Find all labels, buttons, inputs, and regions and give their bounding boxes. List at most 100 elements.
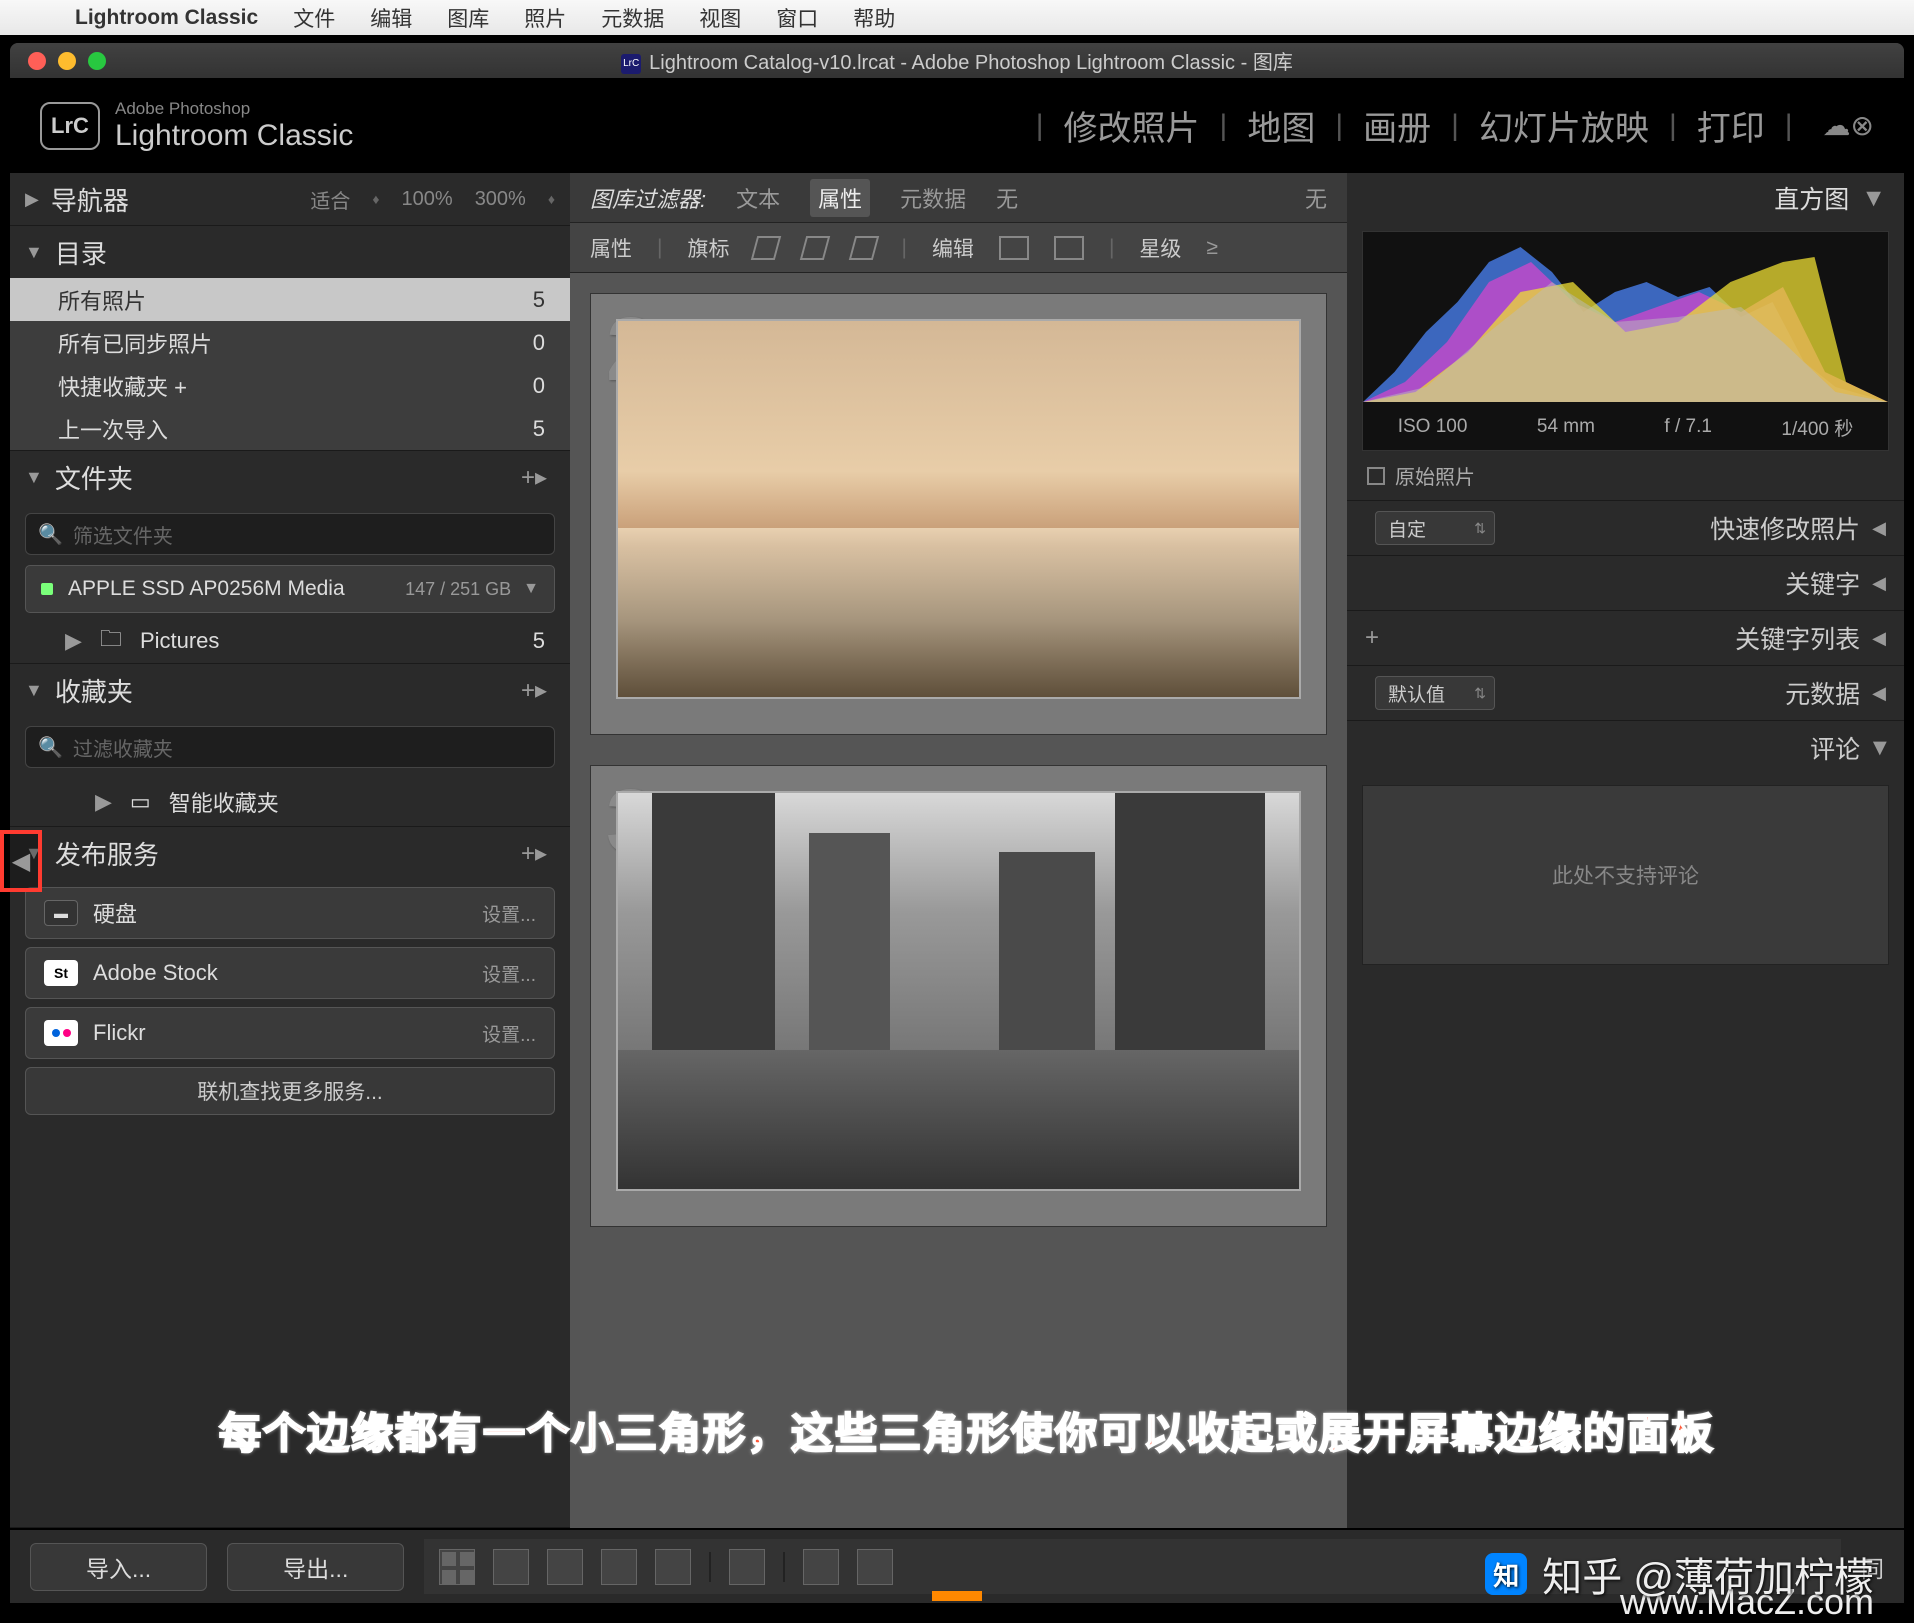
histogram-display[interactable]: ISO 100 54 mm f / 7.1 1/400 秒 bbox=[1362, 231, 1889, 451]
volume-status-icon bbox=[41, 583, 53, 595]
menu-view[interactable]: 视图 bbox=[699, 3, 741, 33]
publish-harddrive[interactable]: ▬ 硬盘 设置... bbox=[25, 887, 555, 939]
setup-link[interactable]: 设置... bbox=[482, 900, 536, 927]
catalog-synced[interactable]: 所有已同步照片0 bbox=[10, 321, 570, 364]
people-view-icon[interactable] bbox=[655, 1549, 691, 1585]
add-folder-button[interactable]: +▸ bbox=[521, 463, 547, 492]
compare-view-icon[interactable] bbox=[547, 1549, 583, 1585]
menu-file[interactable]: 文件 bbox=[293, 3, 335, 33]
right-panel: 直方图 ▼ ISO 100 54 mm f / 7.1 1/400 秒 bbox=[1347, 173, 1904, 1528]
rating-compare-icon[interactable]: ≥ bbox=[1206, 236, 1218, 260]
find-more-services[interactable]: 联机查找更多服务... bbox=[25, 1067, 555, 1115]
import-button[interactable]: 导入... bbox=[30, 1543, 207, 1591]
expand-icon: ▶ bbox=[25, 189, 39, 210]
collections-header[interactable]: ▼ 收藏夹 +▸ bbox=[10, 664, 570, 716]
zhihu-icon: 知 bbox=[1485, 1553, 1527, 1595]
catalog-header[interactable]: ▼ 目录 bbox=[10, 226, 570, 278]
panel-bottom-handle[interactable] bbox=[932, 1591, 982, 1601]
sort-dir-icon[interactable] bbox=[857, 1549, 893, 1585]
survey-view-icon[interactable] bbox=[601, 1549, 637, 1585]
thumb-city[interactable] bbox=[616, 791, 1301, 1191]
flag-picked-icon[interactable] bbox=[751, 236, 781, 260]
collection-search[interactable]: 🔍 过滤收藏夹 bbox=[25, 726, 555, 768]
menu-edit[interactable]: 编辑 bbox=[370, 3, 412, 33]
comments-header[interactable]: 评论 ◀ bbox=[1347, 720, 1904, 775]
folder-icon: 🗀 bbox=[100, 622, 122, 660]
flag-unflagged-icon[interactable] bbox=[800, 236, 830, 260]
folder-search[interactable]: 🔍 筛选文件夹 bbox=[25, 513, 555, 555]
thumbnail-cell[interactable]: 3 bbox=[590, 765, 1327, 1227]
publish-flickr[interactable]: Flickr 设置... bbox=[25, 1007, 555, 1059]
zoom-100[interactable]: 100% bbox=[402, 188, 453, 211]
edit-virtual-icon[interactable] bbox=[1054, 236, 1084, 260]
catalog-all-photos[interactable]: 所有照片5 bbox=[10, 278, 570, 321]
navigator-header[interactable]: ▶ 导航器 适合♦ 100% 300%♦ bbox=[10, 173, 570, 225]
thumb-beach[interactable] bbox=[616, 319, 1301, 699]
thumbnail-cell[interactable]: 2 bbox=[590, 293, 1327, 735]
menu-library[interactable]: 图库 bbox=[447, 3, 489, 33]
brand-small: Adobe Photoshop bbox=[115, 99, 353, 119]
sort-icon[interactable] bbox=[803, 1549, 839, 1585]
original-photo-checkbox[interactable]: 原始照片 bbox=[1367, 461, 1884, 490]
mac-menubar: Lightroom Classic 文件 编辑 图库 照片 元数据 视图 窗口 … bbox=[0, 0, 1914, 35]
edit-master-icon[interactable] bbox=[999, 236, 1029, 260]
add-collection-button[interactable]: +▸ bbox=[521, 676, 547, 705]
painter-icon[interactable] bbox=[729, 1549, 765, 1585]
module-develop[interactable]: 修改照片 bbox=[1064, 101, 1200, 150]
filter-attribute[interactable]: 属性 bbox=[810, 179, 870, 217]
publish-header[interactable]: ▼ 发布服务 +▸ bbox=[10, 827, 570, 879]
setup-link[interactable]: 设置... bbox=[482, 1020, 536, 1047]
expand-icon: ▶ bbox=[65, 628, 82, 654]
module-book[interactable]: 画册 bbox=[1363, 101, 1431, 150]
cloud-sync-icon[interactable]: ☁⊗ bbox=[1823, 109, 1874, 142]
maximize-button[interactable] bbox=[88, 52, 106, 70]
quick-develop-header[interactable]: 自定 快速修改照片 ◀ bbox=[1347, 500, 1904, 555]
metadata-preset-dropdown[interactable]: 默认值 bbox=[1375, 676, 1495, 710]
volume-row[interactable]: APPLE SSD AP0256M Media 147 / 251 GB ▼ bbox=[25, 565, 555, 613]
folder-pictures[interactable]: ▶ 🗀 Pictures 5 bbox=[10, 618, 570, 663]
keyword-list-header[interactable]: + 关键字列表 ◀ bbox=[1347, 610, 1904, 665]
menu-photo[interactable]: 照片 bbox=[524, 3, 566, 33]
edit-label: 编辑 bbox=[932, 233, 974, 263]
add-publish-button[interactable]: +▸ bbox=[521, 839, 547, 868]
grid-view-icon[interactable] bbox=[439, 1549, 475, 1585]
folders-header[interactable]: ▼ 文件夹 +▸ bbox=[10, 451, 570, 503]
close-button[interactable] bbox=[28, 52, 46, 70]
histogram-header[interactable]: 直方图 ▼ bbox=[1347, 173, 1904, 223]
keywords-header[interactable]: 关键字 ◀ bbox=[1347, 555, 1904, 610]
smart-collections[interactable]: ▶ ▭ 智能收藏夹 bbox=[10, 778, 570, 826]
minimize-button[interactable] bbox=[58, 52, 76, 70]
publish-adobestock[interactable]: St Adobe Stock 设置... bbox=[25, 947, 555, 999]
filter-metadata[interactable]: 元数据 bbox=[900, 182, 966, 214]
window-title: Lightroom Catalog-v10.lrcat - Adobe Phot… bbox=[649, 52, 1293, 74]
zoom-fit[interactable]: 适合 bbox=[310, 185, 350, 214]
module-map[interactable]: 地图 bbox=[1247, 101, 1315, 150]
hist-focal: 54 mm bbox=[1537, 416, 1595, 438]
module-slideshow[interactable]: 幻灯片放映 bbox=[1479, 101, 1649, 150]
loupe-view-icon[interactable] bbox=[493, 1549, 529, 1585]
flag-label: 旗标 bbox=[687, 233, 729, 263]
filter-none[interactable]: 无 bbox=[996, 182, 1018, 214]
thumbnail-grid[interactable]: 2 3 bbox=[570, 273, 1347, 1528]
menu-metadata[interactable]: 元数据 bbox=[601, 3, 664, 33]
metadata-header[interactable]: 默认值 元数据 ◀ bbox=[1347, 665, 1904, 720]
zoom-300[interactable]: 300% bbox=[475, 188, 526, 211]
collapse-icon: ◀ bbox=[1872, 628, 1886, 649]
quick-preset-dropdown[interactable]: 自定 bbox=[1375, 511, 1495, 545]
panel-edge-handle-highlight[interactable]: ◀ bbox=[0, 830, 42, 892]
catalog-quick[interactable]: 快捷收藏夹 +0 bbox=[10, 364, 570, 407]
menu-help[interactable]: 帮助 bbox=[853, 3, 895, 33]
export-button[interactable]: 导出... bbox=[227, 1543, 404, 1591]
setup-link[interactable]: 设置... bbox=[482, 960, 536, 987]
module-print[interactable]: 打印 bbox=[1697, 101, 1765, 150]
flag-rejected-icon[interactable] bbox=[849, 236, 879, 260]
filter-text[interactable]: 文本 bbox=[736, 182, 780, 214]
app-name[interactable]: Lightroom Classic bbox=[75, 6, 258, 30]
menu-window[interactable]: 窗口 bbox=[776, 3, 818, 33]
catalog-last-import[interactable]: 上一次导入5 bbox=[10, 407, 570, 450]
add-keyword-button[interactable]: + bbox=[1365, 624, 1379, 652]
hist-aperture: f / 7.1 bbox=[1664, 416, 1712, 438]
filter-preset[interactable]: 无 bbox=[1305, 182, 1327, 214]
catalog-icon: LrC bbox=[621, 54, 641, 74]
flickr-icon bbox=[44, 1020, 78, 1046]
